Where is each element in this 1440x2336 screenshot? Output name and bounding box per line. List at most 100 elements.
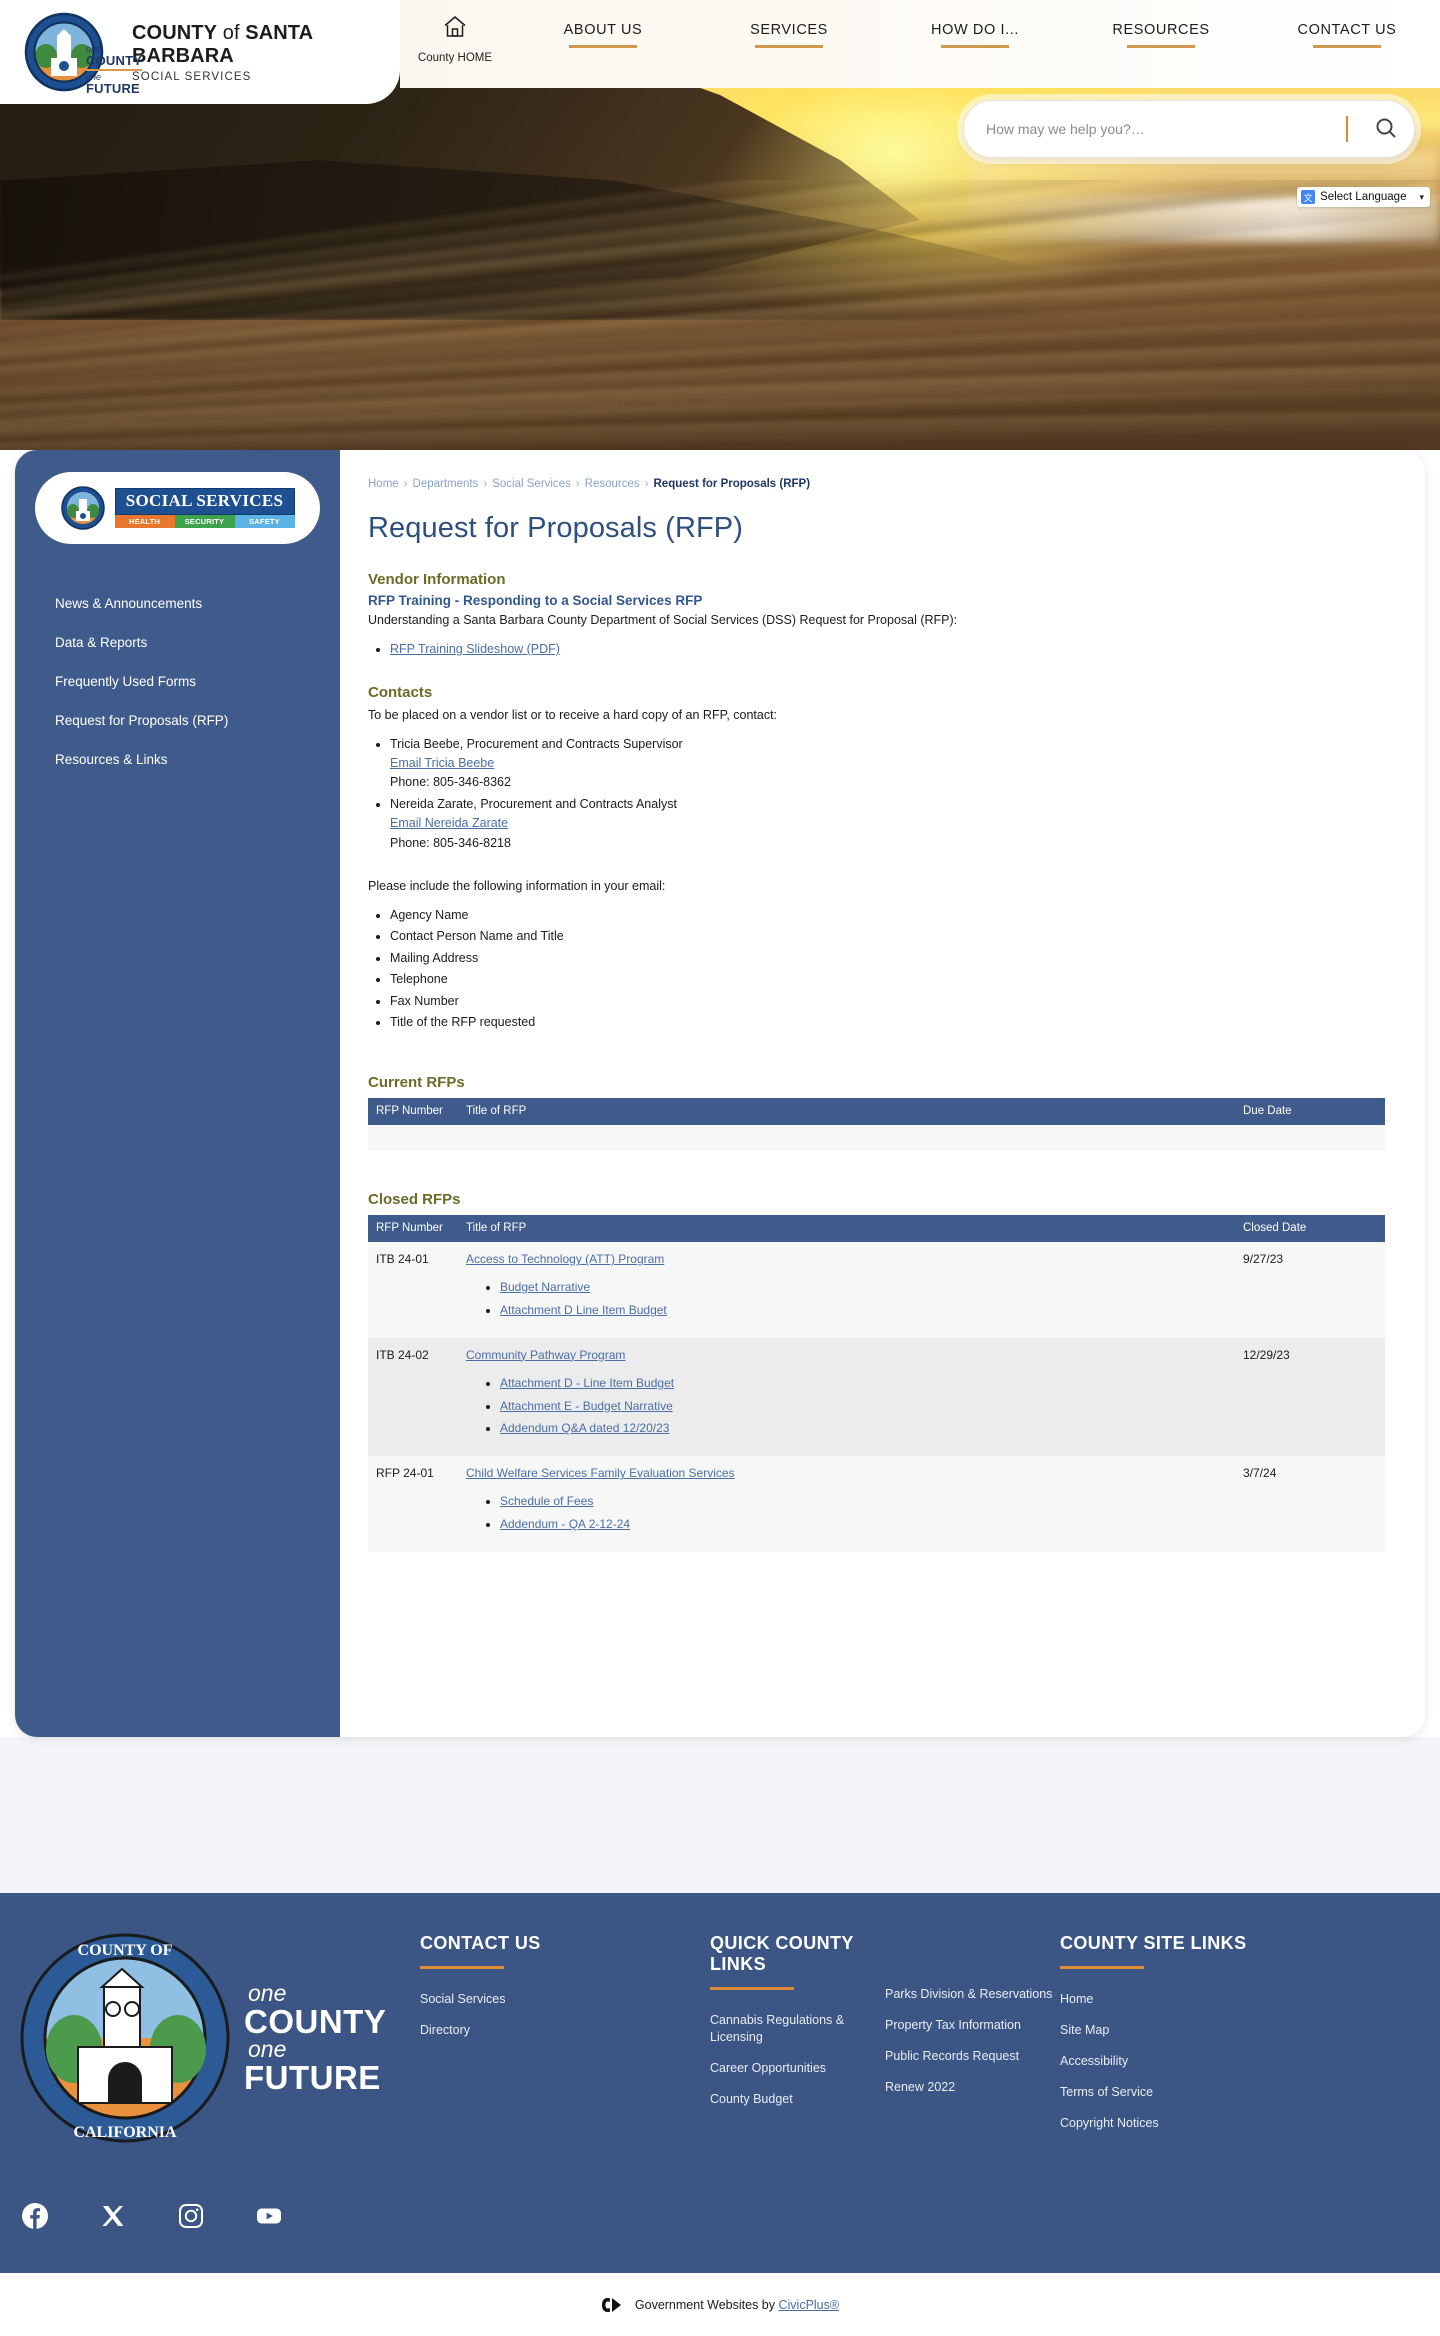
breadcrumb-home[interactable]: Home (368, 478, 399, 490)
sidebar-nav: News & Announcements Data & Reports Freq… (15, 584, 340, 779)
footer-link-copyright-notices[interactable]: Copyright Notices (1060, 2115, 1320, 2132)
chevron-down-icon: ▾ (1419, 191, 1424, 202)
instagram-icon[interactable] (178, 2203, 204, 2229)
nav-county-home[interactable]: County HOME (400, 0, 510, 64)
nav-item-contact-us[interactable]: CONTACT US (1254, 22, 1440, 48)
main-content: Home › Departments › Social Services › Resourc… (340, 450, 1425, 1737)
list-item: Budget Narrative (500, 1276, 1227, 1299)
facebook-icon[interactable] (22, 2203, 48, 2229)
nav-label: ABOUT US (563, 22, 643, 38)
attachment-link[interactable]: Attachment D - Line Item Budget (500, 1376, 674, 1390)
sidebar-item-frequently-used-forms[interactable]: Frequently Used Forms (15, 662, 340, 701)
pill-health: HEALTH (114, 515, 175, 528)
breadcrumb-sep: › (483, 478, 488, 490)
contacts-intro: To be placed on a vendor list or to rece… (368, 707, 778, 722)
include-items-list: Agency Name Contact Person Name and Titl… (390, 906, 1385, 1032)
tagline-county: COUNTY (86, 53, 143, 68)
col-rfp-number: RFP Number (368, 1098, 458, 1126)
sidebar-item-news-announcements[interactable]: News & Announcements (15, 584, 340, 623)
sidebar-item-resources-links[interactable]: Resources & Links (15, 740, 340, 779)
footer-link-cannabis[interactable]: Cannabis Regulations & Licensing (710, 2012, 885, 2046)
footer-link-social-services[interactable]: Social Services (420, 1991, 710, 2008)
attachment-link[interactable]: Budget Narrative (500, 1280, 590, 1294)
breadcrumb-resources[interactable]: Resources (585, 478, 640, 490)
footer-link-terms-of-service[interactable]: Terms of Service (1060, 2084, 1320, 2101)
social-services-pills: HEALTH SECURITY SAFETY (114, 515, 295, 528)
footer-link-county-budget[interactable]: County Budget (710, 2091, 885, 2108)
brand-county-word: COUNTY (132, 21, 218, 44)
search-input[interactable] (986, 121, 1340, 137)
footer-link-career-opportunities[interactable]: Career Opportunities (710, 2060, 885, 2077)
social-links (22, 2203, 282, 2229)
footer-link-accessibility[interactable]: Accessibility (1060, 2053, 1320, 2070)
search-divider (1346, 116, 1348, 142)
closed-rfps-table: RFP Number Title of RFP Closed Date ITB … (368, 1215, 1385, 1552)
cell (1235, 1125, 1385, 1152)
rfp-training-slideshow-link[interactable]: RFP Training Slideshow (PDF) (390, 642, 560, 656)
rfp-title-link[interactable]: Access to Technology (ATT) Program (466, 1252, 664, 1266)
nav-underline (1313, 45, 1381, 48)
google-translate-icon (1301, 190, 1316, 204)
brand-tagline: one COUNTY one FUTURE (86, 45, 142, 96)
breadcrumb: Home › Departments › Social Services › Resourc… (368, 478, 1385, 490)
nav-item-services[interactable]: SERVICES (696, 22, 882, 48)
nav-underline (755, 45, 823, 48)
search-button[interactable] (1366, 109, 1406, 149)
breadcrumb-social-services[interactable]: Social Services (492, 478, 571, 490)
civicplus-prefix: Government Websites by (634, 2297, 779, 2312)
footer-one-2: one (248, 2036, 287, 2062)
cell-rfp-number: RFP 24-01 (368, 1456, 458, 1552)
nav-item-about-us[interactable]: ABOUT US (510, 22, 696, 48)
footer-heading-rule (420, 1966, 504, 1969)
search-icon (1374, 116, 1398, 143)
county-seal-icon-large: COUNTY OF CALIFORNIA (16, 1929, 234, 2147)
contacts-heading: Contacts (368, 683, 433, 701)
list-item: Addendum - QA 2-12-24 (500, 1513, 1227, 1536)
footer-inner: COUNTY OF CALIFORNIA one COUNTY one FUTU… (0, 1893, 1440, 2147)
footer-link-home[interactable]: Home (1060, 1991, 1320, 2008)
list-item: Telephone (390, 970, 1385, 989)
attachment-link[interactable]: Attachment D Line Item Budget (500, 1303, 667, 1317)
rfp-title-link[interactable]: Child Welfare Services Family Evaluation… (466, 1466, 735, 1480)
county-seal-icon-small (60, 486, 105, 530)
attachment-link[interactable]: Schedule of Fees (500, 1494, 593, 1508)
civicplus-text: Government Websites by CivicPlus® (635, 2298, 839, 2312)
attachment-link[interactable]: Attachment E - Budget Narrative (500, 1399, 673, 1413)
rfp-title-link[interactable]: Community Pathway Program (466, 1348, 625, 1362)
list-item: Fax Number (390, 992, 1385, 1011)
site-footer: COUNTY OF CALIFORNIA one COUNTY one FUTU… (0, 1893, 1440, 2273)
footer-link-property-tax[interactable]: Property Tax Information (885, 2017, 1060, 2034)
nav-item-resources[interactable]: RESOURCES (1068, 22, 1254, 48)
breadcrumb-departments[interactable]: Departments (413, 478, 479, 490)
contact-email-link[interactable]: Email Nereida Zarate (390, 816, 508, 830)
brand-title: COUNTY of SANTA BARBARA (132, 22, 400, 68)
civicplus-link[interactable]: CivicPlus® (778, 2298, 839, 2312)
sidebar-item-data-reports[interactable]: Data & Reports (15, 623, 340, 662)
nav-label: SERVICES (750, 22, 828, 38)
site-brand[interactable]: one COUNTY one FUTURE COUNTY of SANTA BA… (0, 0, 400, 104)
social-services-logo[interactable]: SOCIAL SERVICES HEALTH SECURITY SAFETY (35, 472, 320, 544)
footer-link-directory[interactable]: Directory (420, 2022, 710, 2039)
cell-closed-date: 9/27/23 (1235, 1242, 1385, 1338)
sidebar-item-request-for-proposals[interactable]: Request for Proposals (RFP) (15, 701, 340, 740)
contact-email-link[interactable]: Email Tricia Beebe (390, 756, 494, 770)
language-label: Select Language (1320, 191, 1407, 203)
attachment-link[interactable]: Addendum - QA 2-12-24 (500, 1517, 630, 1531)
language-selector[interactable]: Select Language ▾ (1297, 187, 1430, 207)
footer-column-quick-county-links: QUICK COUNTY LINKS Cannabis Regulations … (710, 1933, 1060, 2147)
attachment-link[interactable]: Addendum Q&A dated 12/20/23 (500, 1421, 669, 1435)
footer-link-parks-division[interactable]: Parks Division & Reservations (885, 1986, 1060, 2003)
footer-link-site-map[interactable]: Site Map (1060, 2022, 1320, 2039)
table-row: ITB 24-01 Access to Technology (ATT) Pro… (368, 1242, 1385, 1338)
footer-link-renew-2022[interactable]: Renew 2022 (885, 2079, 1060, 2096)
list-item: Schedule of Fees (500, 1490, 1227, 1513)
x-twitter-icon[interactable] (100, 2203, 126, 2229)
footer-link-public-records[interactable]: Public Records Request (885, 2048, 1060, 2065)
nav-underline (569, 45, 637, 48)
contact-phone: Phone: 805-346-8218 (390, 835, 511, 850)
youtube-icon[interactable] (256, 2203, 282, 2229)
search-box[interactable] (963, 100, 1415, 158)
list-item: Tricia Beebe, Procurement and Contracts … (390, 735, 1385, 793)
nav-item-how-do-i[interactable]: HOW DO I... (882, 22, 1068, 48)
